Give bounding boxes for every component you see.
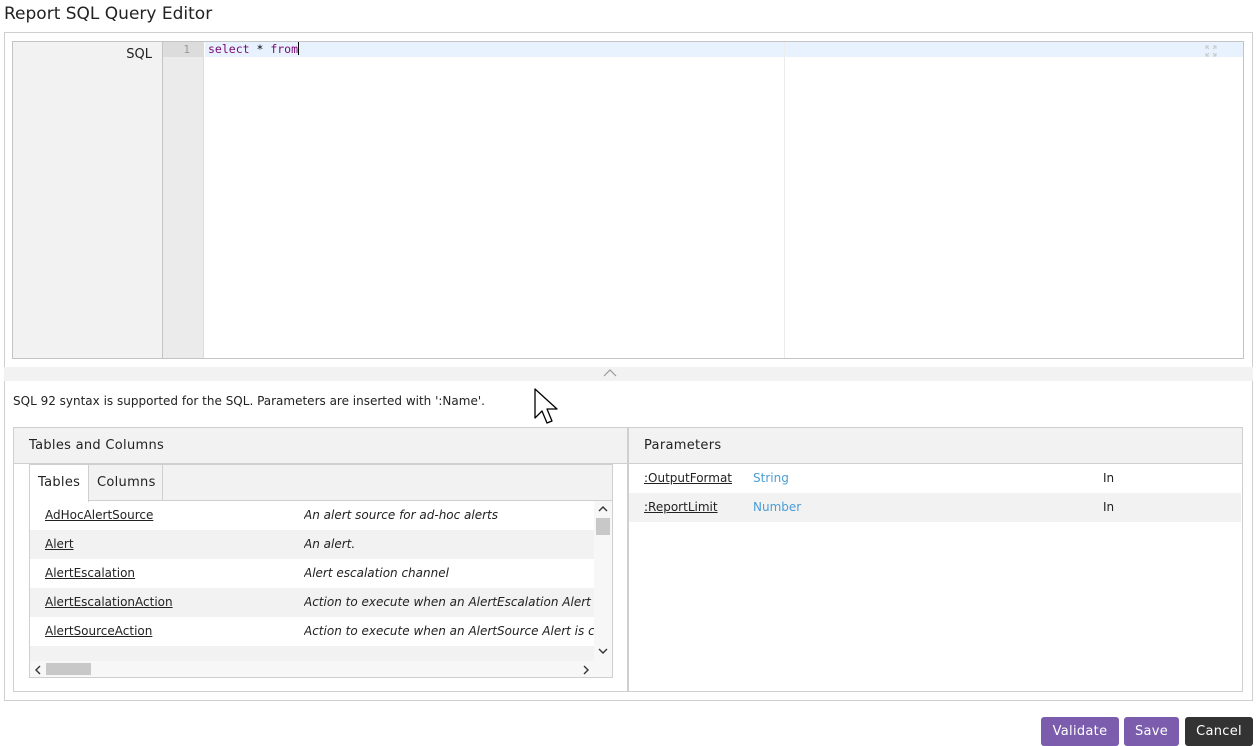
- parameter-row[interactable]: :OutputFormat String In: [629, 464, 1241, 493]
- chevron-up-icon[interactable]: [602, 368, 618, 378]
- horizontal-scroll-thumb[interactable]: [46, 663, 91, 675]
- scroll-down-icon[interactable]: [598, 647, 608, 655]
- line-number: 1: [183, 43, 190, 56]
- table-row[interactable]: Alert An alert.: [30, 530, 594, 559]
- cancel-button[interactable]: Cancel: [1185, 717, 1253, 746]
- tables-grid: AdHocAlertSource An alert source for ad-…: [30, 501, 594, 661]
- line-number-gutter: 1: [163, 42, 204, 358]
- syntax-help-text: SQL 92 syntax is supported for the SQL. …: [13, 394, 485, 408]
- sql-label-cell: SQL: [13, 42, 163, 358]
- panel-title: Parameters: [644, 438, 722, 453]
- text-cursor: [298, 42, 300, 55]
- mouse-pointer-icon: [534, 388, 558, 424]
- vertical-scroll-thumb[interactable]: [596, 518, 610, 535]
- panel-header: Parameters: [629, 428, 1242, 464]
- tabstrip: Tables Columns: [30, 465, 612, 502]
- table-description: An alert.: [304, 537, 356, 551]
- active-line-highlight: [205, 42, 1243, 57]
- table-row[interactable]: AdHocAlertSource An alert source for ad-…: [30, 501, 594, 530]
- sql-text: *: [249, 42, 271, 56]
- table-name-link[interactable]: AlertEscalation: [45, 559, 135, 588]
- table-name-link[interactable]: AlertEscalationAction: [45, 588, 173, 617]
- tabs-container: Tables Columns AdHocAlertSource An alert…: [29, 464, 613, 678]
- table-name-link[interactable]: AlertSourceAction: [45, 617, 152, 646]
- validate-button[interactable]: Validate: [1041, 717, 1119, 746]
- table-name-link[interactable]: AdHocAlertSource: [45, 501, 153, 530]
- sql-code-editor[interactable]: select * from: [205, 42, 1243, 358]
- table-description: An alert source for ad-hoc alerts: [304, 508, 499, 522]
- save-button[interactable]: Save: [1124, 717, 1179, 746]
- panel-title: Tables and Columns: [29, 438, 165, 453]
- vertical-scrollbar[interactable]: [594, 501, 612, 661]
- page-title: Report SQL Query Editor: [4, 4, 213, 24]
- table-description: Action to execute when an AlertEscalatio…: [304, 595, 594, 609]
- parameter-row[interactable]: :ReportLimit Number In: [629, 493, 1241, 522]
- scroll-right-icon[interactable]: [582, 665, 590, 675]
- expand-icon[interactable]: [1205, 45, 1217, 57]
- table-row[interactable]: AlertEscalation Alert escalation channel: [30, 559, 594, 588]
- tab-tables[interactable]: Tables: [30, 465, 89, 502]
- splitter-bar[interactable]: [4, 367, 1253, 381]
- table-row-partial[interactable]: [30, 646, 594, 661]
- print-margin: [784, 42, 785, 358]
- parameter-name-link[interactable]: :OutputFormat: [644, 464, 732, 493]
- parameter-direction: In: [1103, 500, 1115, 514]
- table-name-link[interactable]: Alert: [45, 530, 74, 559]
- sql-keyword: from: [270, 42, 299, 56]
- sql-keyword: select: [208, 42, 250, 56]
- table-description: Action to execute when an AlertSource Al…: [304, 624, 594, 638]
- tab-columns[interactable]: Columns: [89, 465, 163, 501]
- parameter-type: Number: [753, 500, 802, 514]
- sql-label: SQL: [126, 47, 152, 62]
- parameter-direction: In: [1103, 471, 1115, 485]
- parameter-name-link[interactable]: :ReportLimit: [644, 493, 718, 522]
- tables-columns-panel: Tables and Columns Tables Columns AdHocA…: [13, 427, 628, 692]
- horizontal-scrollbar[interactable]: [30, 661, 612, 677]
- panel-header: Tables and Columns: [14, 428, 627, 464]
- scroll-left-icon[interactable]: [34, 665, 42, 675]
- scroll-up-icon[interactable]: [598, 505, 608, 513]
- code-line[interactable]: select * from: [208, 42, 300, 57]
- parameters-panel: Parameters :OutputFormat String In :Repo…: [628, 427, 1243, 692]
- table-row[interactable]: AlertEscalationAction Action to execute …: [30, 588, 594, 617]
- parameter-type: String: [753, 471, 789, 485]
- sql-field-row: SQL 1 select * from: [12, 41, 1244, 359]
- table-row[interactable]: AlertSourceAction Action to execute when…: [30, 617, 594, 646]
- table-description: Alert escalation channel: [304, 566, 449, 580]
